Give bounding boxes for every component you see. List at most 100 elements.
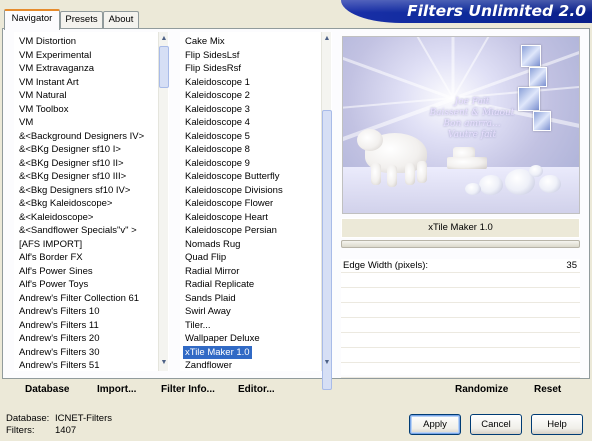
category-item[interactable]: Andrew's Filters 51: [19, 359, 99, 370]
tab-about[interactable]: About: [103, 11, 139, 28]
filter-item[interactable]: Radial Replicate: [185, 278, 254, 291]
preview-text-line-2: Baissent & Miaout: [429, 108, 515, 118]
category-list[interactable]: VM Distortion VM Experimental VM Extravaga…: [14, 32, 169, 371]
parameter-value[interactable]: 35: [566, 260, 577, 271]
filter-list[interactable]: Cake Mix Flip SidesLsf Flip SidesRsf Kaleid…: [180, 32, 332, 371]
reset-button[interactable]: Reset: [534, 384, 561, 395]
filter-item[interactable]: Zandflower: [185, 359, 232, 370]
filters-count-label: Filters:: [6, 425, 35, 436]
cancel-button-label: Cancel: [481, 419, 511, 430]
category-item[interactable]: Alf's Power Sines: [19, 265, 93, 278]
filter-item[interactable]: Kaleidoscope 9: [185, 157, 250, 170]
category-item[interactable]: VM Experimental: [19, 49, 91, 62]
category-item[interactable]: &<BKg Designer sf10 I>: [19, 143, 121, 156]
filter-item[interactable]: Kaleidoscope 1: [185, 76, 250, 89]
cancel-button[interactable]: Cancel: [470, 414, 522, 435]
filter-item[interactable]: Tiler...: [185, 319, 211, 332]
category-item[interactable]: &<Kaleidoscope>: [19, 211, 93, 224]
parameter-row[interactable]: Edge Width (pixels): 35: [341, 259, 580, 273]
title-banner: Filters Unlimited 2.0: [341, 0, 592, 23]
filter-item[interactable]: Kaleidoscope 8: [185, 143, 250, 156]
category-item[interactable]: VM Extravaganza: [19, 62, 94, 75]
filter-item[interactable]: Flip SidesLsf: [185, 49, 239, 62]
editor-button-label: Editor...: [238, 384, 275, 395]
scroll-up-arrow-icon[interactable]: ▲: [159, 34, 169, 44]
filter-item[interactable]: Sands Plaid: [185, 292, 236, 305]
filter-item[interactable]: xTile Maker 1.0: [183, 345, 252, 359]
filter-item[interactable]: Quad Flip: [185, 251, 226, 264]
preview-text-line-1: Joe Fait: [454, 97, 490, 107]
category-item[interactable]: VM Natural: [19, 89, 67, 102]
editor-button[interactable]: Editor...: [238, 384, 275, 395]
filter-info-button-label: Filter Info...: [161, 384, 215, 395]
filter-info-button[interactable]: Filter Info...: [161, 384, 215, 395]
category-item[interactable]: &<Bkg Designers sf10 IV>: [19, 184, 130, 197]
scroll-down-arrow-icon[interactable]: ▼: [159, 358, 169, 368]
category-item[interactable]: Alf's Border FX: [19, 251, 83, 264]
filter-item[interactable]: Kaleidoscope 2: [185, 89, 250, 102]
filter-item[interactable]: Flip SidesRsf: [185, 62, 241, 75]
filter-item[interactable]: Kaleidoscope 5: [185, 130, 250, 143]
preview-text-line-3: Bon amrra...: [443, 119, 501, 129]
selected-filter-name: xTile Maker 1.0: [341, 218, 580, 238]
app-title: Filters Unlimited 2.0: [407, 2, 586, 20]
progress-bar: [341, 240, 580, 248]
filter-preview-image: Joe Fait Baissent & Miaout Bon amrra... …: [342, 36, 580, 214]
parameter-row-empty: [341, 334, 580, 348]
reset-button-label: Reset: [534, 384, 562, 395]
filter-item[interactable]: Kaleidoscope 3: [185, 103, 250, 116]
category-item[interactable]: Andrew's Filter Collection 61: [19, 292, 139, 305]
category-item[interactable]: &<Bkg Kaleidoscope>: [19, 197, 112, 210]
category-item[interactable]: Andrew's Filters 30: [19, 346, 99, 359]
tab-presets[interactable]: Presets: [60, 11, 103, 28]
category-item[interactable]: VM: [19, 116, 33, 129]
parameter-panel[interactable]: Edge Width (pixels): 35: [341, 259, 580, 378]
filter-item[interactable]: Radial Mirror: [185, 265, 239, 278]
parameter-row-empty: [341, 289, 580, 303]
category-scroll-thumb[interactable]: [159, 46, 169, 88]
category-item[interactable]: &<BKg Designer sf10 II>: [19, 157, 124, 170]
category-item[interactable]: [AFS IMPORT]: [19, 238, 82, 251]
category-item[interactable]: Andrew's Filters 11: [19, 319, 99, 332]
parameter-row-empty: [341, 274, 580, 288]
scroll-up-arrow-icon[interactable]: ▲: [322, 34, 332, 44]
apply-button[interactable]: Apply: [409, 414, 461, 435]
category-item[interactable]: &<BKg Designer sf10 III>: [19, 170, 126, 183]
filter-item[interactable]: Nomads Rug: [185, 238, 240, 251]
parameter-row-empty: [341, 349, 580, 363]
parameter-row-empty: [341, 319, 580, 333]
filter-item[interactable]: Cake Mix: [185, 35, 225, 48]
scroll-down-arrow-icon[interactable]: ▼: [322, 358, 332, 368]
filter-item[interactable]: Kaleidoscope Butterfly: [185, 170, 280, 183]
database-button-label: Database: [25, 384, 70, 395]
tab-presets-label: Presets: [65, 14, 98, 25]
import-button[interactable]: Import...: [97, 384, 136, 395]
randomize-button-label: Randomize: [455, 384, 509, 395]
category-item[interactable]: VM Toolbox: [19, 103, 68, 116]
category-item[interactable]: &<Sandflower Specials"v" >: [19, 224, 137, 237]
help-button-label: Help: [547, 419, 567, 430]
category-item[interactable]: VM Instant Art: [19, 76, 79, 89]
filter-item[interactable]: Swirl Away: [185, 305, 231, 318]
filter-item[interactable]: Kaleidoscope 4: [185, 116, 250, 129]
filter-scroll-thumb[interactable]: [322, 110, 332, 390]
category-item[interactable]: &<Background Designers IV>: [19, 130, 144, 143]
category-item[interactable]: VM Distortion: [19, 35, 76, 48]
filter-scrollbar[interactable]: ▲ ▼: [321, 32, 332, 390]
filter-item[interactable]: Wallpaper Deluxe: [185, 332, 260, 345]
filter-item[interactable]: Kaleidoscope Persian: [185, 224, 277, 237]
database-label: Database:: [6, 413, 50, 424]
category-item[interactable]: Alf's Power Toys: [19, 278, 88, 291]
randomize-button[interactable]: Randomize: [455, 384, 508, 395]
category-item[interactable]: Andrew's Filters 10: [19, 305, 99, 318]
help-button[interactable]: Help: [531, 414, 583, 435]
tab-navigator[interactable]: Navigator: [4, 9, 60, 30]
filter-item[interactable]: Kaleidoscope Flower: [185, 197, 273, 210]
category-scrollbar[interactable]: ▲ ▼: [158, 32, 169, 371]
category-item[interactable]: Andrew's Filters 20: [19, 332, 99, 345]
database-button[interactable]: Database: [25, 384, 69, 395]
filter-item[interactable]: Kaleidoscope Heart: [185, 211, 268, 224]
tab-navigator-label: Navigator: [11, 13, 53, 24]
preview-text-line-4: Vautre fait: [447, 130, 497, 140]
filter-item[interactable]: Kaleidoscope Divisions: [185, 184, 283, 197]
